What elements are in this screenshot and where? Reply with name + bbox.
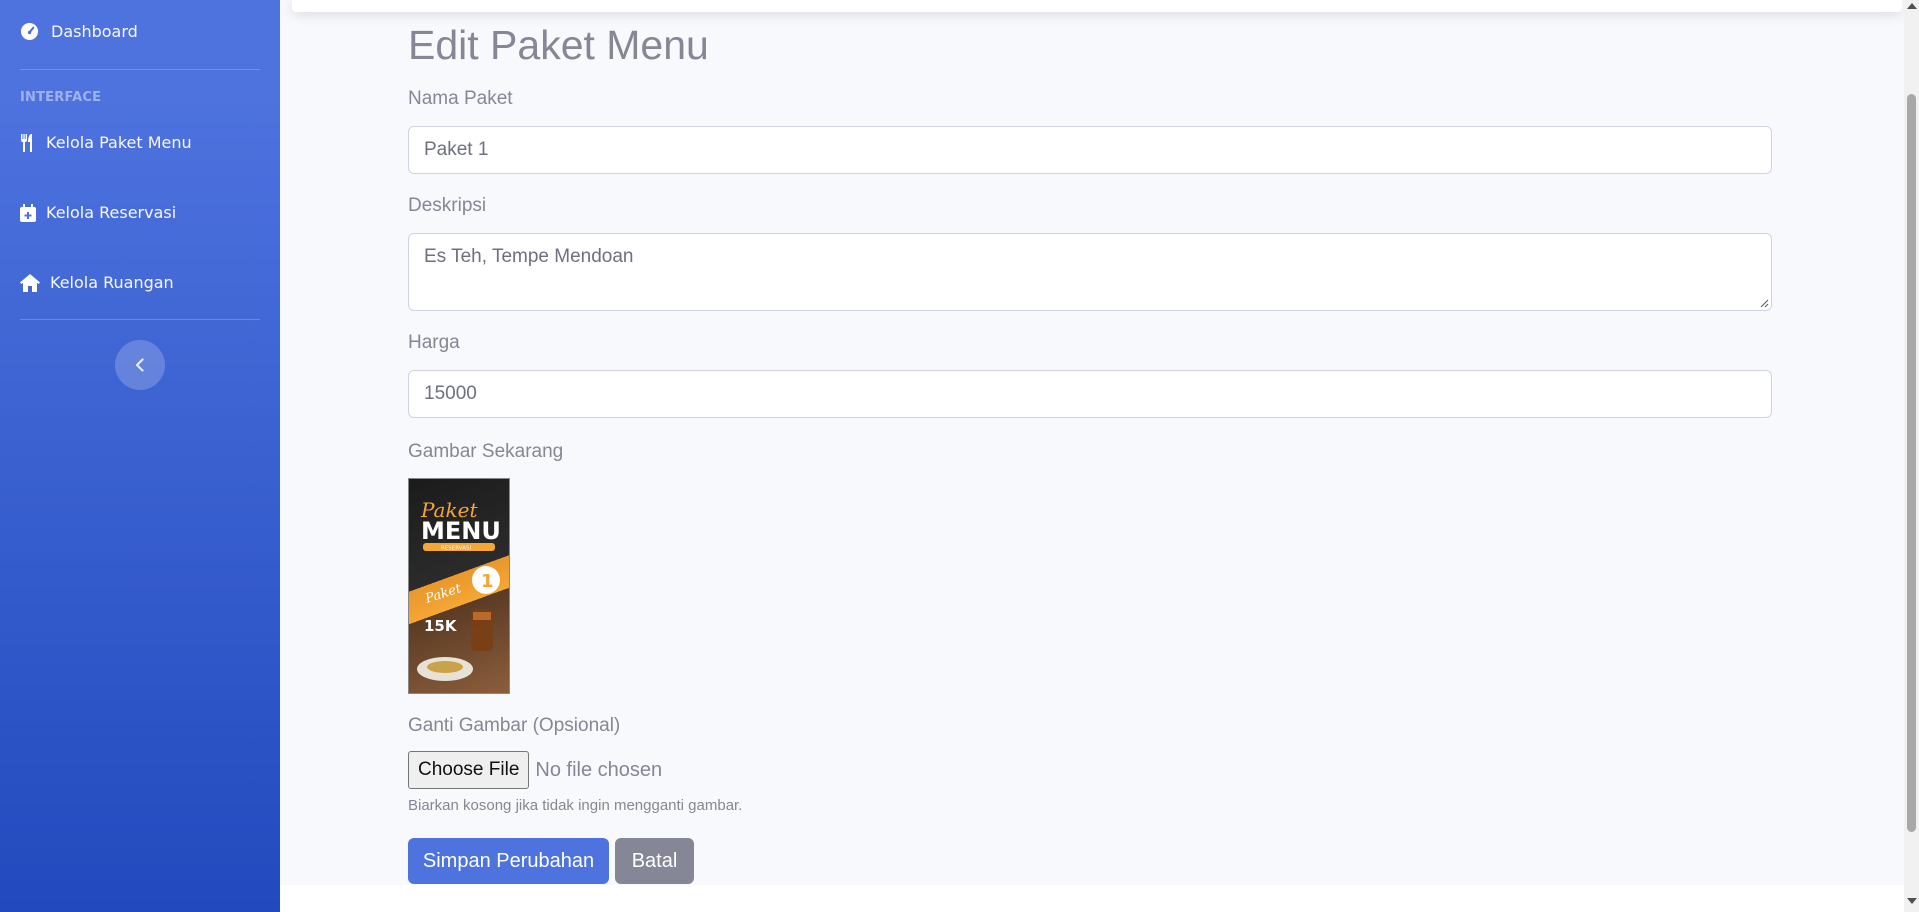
replace-image-label: Ganti Gambar (Opsional) — [408, 715, 621, 736]
help-text: Biarkan kosong jika tidak ingin menggant… — [408, 797, 743, 814]
sidebar-heading: INTERFACE — [20, 90, 102, 105]
topbar — [292, 0, 1902, 12]
cancel-button[interactable]: Batal — [615, 838, 694, 884]
preview-title: MENU — [421, 517, 501, 545]
sidebar-item-label: Kelola Ruangan — [50, 273, 174, 292]
sidebar-divider — [20, 319, 260, 320]
save-changes-button[interactable]: Simpan Perubahan — [408, 838, 609, 884]
current-image-label: Gambar Sekarang — [408, 441, 564, 462]
sidebar-divider — [20, 69, 260, 70]
sidebar-item-label: Kelola Reservasi — [46, 203, 177, 222]
description-value: Es Teh, Tempe Mendoan — [424, 246, 634, 267]
file-input[interactable]: Choose File No file chosen — [408, 751, 662, 789]
calendar-plus-icon — [20, 203, 36, 222]
preview-subtitle: RESERVASI — [441, 546, 471, 552]
page-title: Edit Paket Menu — [408, 22, 709, 68]
current-image-preview: Paket MENU RESERVASI 1 Paket 15K — [408, 478, 510, 694]
sidebar-item-kelola-paket-menu[interactable]: Kelola Paket Menu — [20, 133, 192, 152]
name-label: Nama Paket — [408, 88, 513, 109]
sidebar-item-dashboard[interactable]: Dashboard — [20, 22, 138, 41]
sidebar-toggle-button[interactable] — [115, 340, 165, 390]
choose-file-button[interactable]: Choose File — [408, 751, 530, 789]
description-textarea[interactable]: Es Teh, Tempe Mendoan — [408, 233, 1772, 311]
file-status: No file chosen — [535, 758, 663, 781]
scroll-up-arrow-icon[interactable] — [1907, 3, 1917, 9]
chevron-left-icon — [135, 358, 144, 372]
description-label: Deskripsi — [408, 195, 487, 216]
home-icon — [20, 273, 40, 292]
price-input[interactable]: 15000 — [408, 370, 1772, 418]
scrollbar-thumb[interactable] — [1907, 94, 1916, 832]
sidebar: Dashboard INTERFACE Kelola Paket Menu Ke… — [0, 0, 280, 912]
name-input[interactable]: Paket 1 — [408, 126, 1772, 174]
preview-price: 15K — [424, 617, 458, 635]
sidebar-item-label: Kelola Paket Menu — [46, 133, 192, 152]
preview-badge: 1 — [481, 571, 494, 592]
sidebar-item-label: Dashboard — [51, 22, 138, 41]
resize-handle-icon[interactable] — [1759, 298, 1769, 308]
utensils-icon — [21, 133, 32, 152]
tachometer-icon — [20, 22, 39, 41]
footer-strip — [280, 885, 1904, 912]
sidebar-item-kelola-ruangan[interactable]: Kelola Ruangan — [20, 273, 174, 292]
scroll-down-arrow-icon[interactable] — [1907, 898, 1917, 904]
sidebar-item-kelola-reservasi[interactable]: Kelola Reservasi — [20, 203, 176, 222]
price-label: Harga — [408, 332, 460, 353]
scrollbar[interactable] — [1904, 0, 1919, 912]
preview-script-label: Paket — [423, 581, 464, 607]
